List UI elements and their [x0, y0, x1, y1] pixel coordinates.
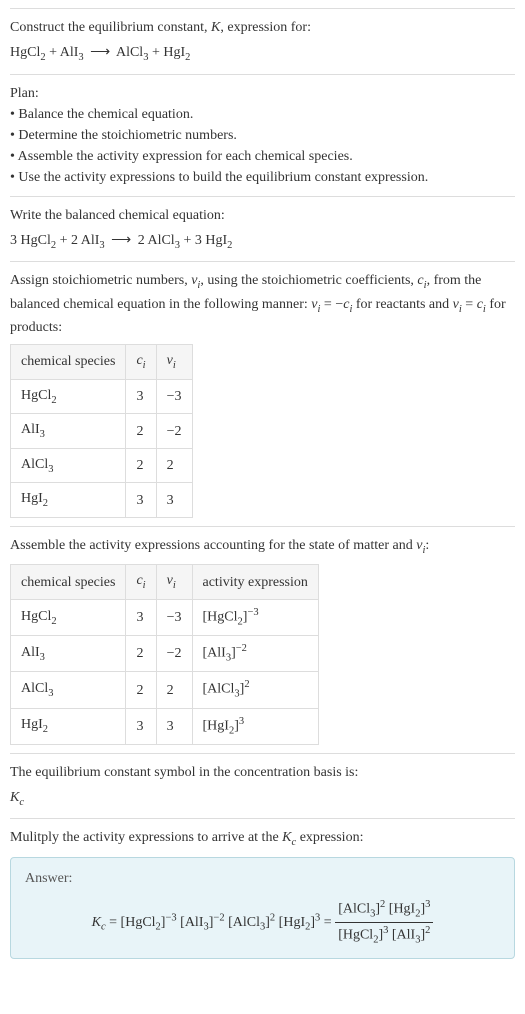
unbalanced-equation: HgCl2 + AlI3 ⟶ AlCl3 + HgI2 — [10, 42, 515, 66]
col-ci: ci — [126, 345, 156, 380]
table-row: HgI2 3 3 [HgI2]3 — [11, 708, 319, 744]
stoich-table: chemical species ci νi HgCl2 3 −3 AlI3 2… — [10, 344, 193, 518]
plan-bullet: • Assemble the activity expression for e… — [10, 146, 515, 167]
col-ci: ci — [126, 565, 156, 600]
assign-section: Assign stoichiometric numbers, νi, using… — [10, 261, 515, 526]
col-activity: activity expression — [192, 565, 318, 600]
balanced-heading: Write the balanced chemical equation: — [10, 205, 515, 226]
intro-text: Construct the equilibrium constant, K, e… — [10, 17, 515, 38]
plan-bullet: • Use the activity expressions to build … — [10, 167, 515, 188]
kc-symbol-section: The equilibrium constant symbol in the c… — [10, 753, 515, 819]
plan-section: Plan: • Balance the chemical equation. •… — [10, 74, 515, 196]
balanced-equation: 3 HgCl2 + 2 AlI3 ⟶ 2 AlCl3 + 3 HgI2 — [10, 230, 515, 254]
answer-box: Answer: Kc = [HgCl2]−3 [AlI3]−2 [AlCl3]2… — [10, 857, 515, 959]
activity-table: chemical species ci νi activity expressi… — [10, 564, 319, 744]
multiply-text: Mulitply the activity expressions to arr… — [10, 827, 515, 851]
plan-bullet: • Determine the stoichiometric numbers. — [10, 125, 515, 146]
answer-label: Answer: — [25, 868, 500, 889]
plan-heading: Plan: — [10, 83, 515, 104]
assign-text: Assign stoichiometric numbers, νi, using… — [10, 270, 515, 338]
table-row: HgCl2 3 −3 — [11, 379, 193, 414]
answer-equation: Kc = [HgCl2]−3 [AlI3]−2 [AlCl3]2 [HgI2]3… — [25, 897, 500, 948]
balanced-section: Write the balanced chemical equation: 3 … — [10, 196, 515, 262]
table-header-row: chemical species ci νi activity expressi… — [11, 565, 319, 600]
plan-bullet: • Balance the chemical equation. — [10, 104, 515, 125]
table-row: AlI3 2 −2 — [11, 414, 193, 449]
col-species: chemical species — [11, 565, 126, 600]
col-nui: νi — [156, 345, 192, 380]
table-row: AlI3 2 −2 [AlI3]−2 — [11, 636, 319, 672]
kc-symbol: Kc — [10, 787, 515, 811]
multiply-section: Mulitply the activity expressions to arr… — [10, 818, 515, 967]
activity-section: Assemble the activity expressions accoun… — [10, 526, 515, 753]
kc-symbol-text: The equilibrium constant symbol in the c… — [10, 762, 515, 783]
table-header-row: chemical species ci νi — [11, 345, 193, 380]
col-nui: νi — [156, 565, 192, 600]
table-row: AlCl3 2 2 [AlCl3]2 — [11, 672, 319, 708]
table-row: HgI2 3 3 — [11, 483, 193, 518]
col-species: chemical species — [11, 345, 126, 380]
table-row: HgCl2 3 −3 [HgCl2]−3 — [11, 600, 319, 636]
table-row: AlCl3 2 2 — [11, 448, 193, 483]
intro-section: Construct the equilibrium constant, K, e… — [10, 8, 515, 74]
activity-text: Assemble the activity expressions accoun… — [10, 535, 515, 559]
